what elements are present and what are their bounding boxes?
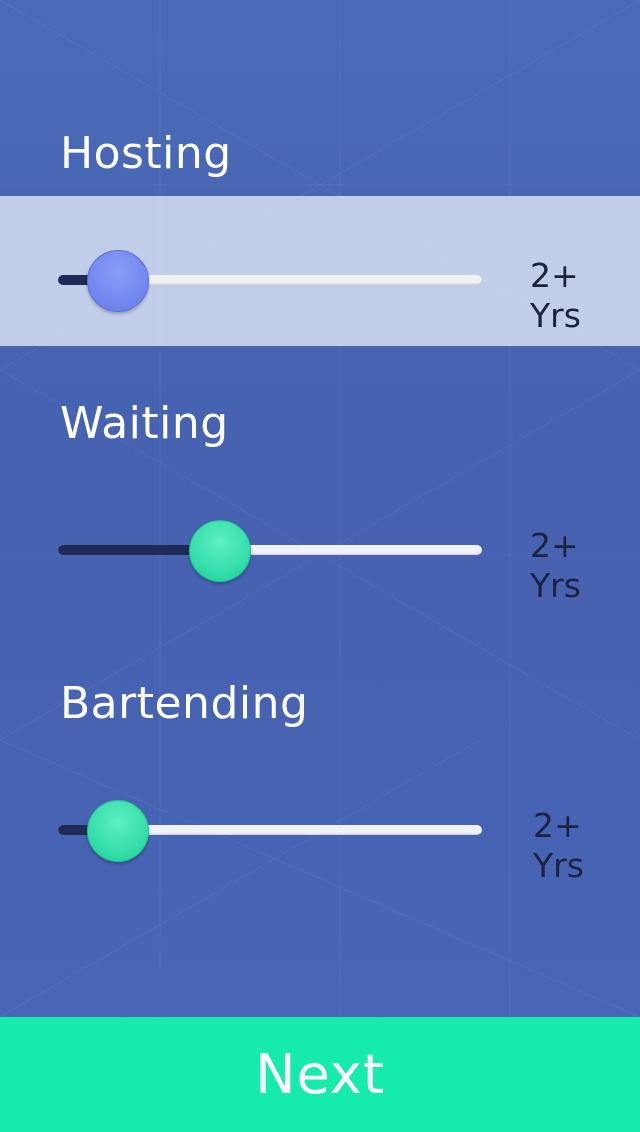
experience-value: 2+ Yrs (533, 806, 584, 885)
next-button-label: Next (255, 1043, 385, 1106)
experience-slider[interactable] (58, 520, 482, 582)
skill-title: Bartending (60, 678, 309, 729)
slider-thumb[interactable] (87, 250, 149, 312)
skill-section-waiting: Waiting 2+ Yrs (0, 350, 640, 630)
next-button[interactable]: Next (0, 1017, 640, 1132)
experience-slider[interactable] (58, 800, 482, 862)
skill-title: Hosting (60, 128, 232, 179)
skill-section-bartending: Bartending 2+ Yrs (0, 630, 640, 910)
slider-thumb[interactable] (189, 520, 251, 582)
experience-value: 2+ Yrs (530, 526, 581, 605)
skill-section-hosting: Hosting 2+ Yrs (0, 0, 640, 350)
experience-slider[interactable] (58, 250, 482, 312)
skill-title: Waiting (60, 398, 229, 449)
slider-thumb[interactable] (87, 800, 149, 862)
experience-value: 2+ Yrs (530, 256, 581, 335)
